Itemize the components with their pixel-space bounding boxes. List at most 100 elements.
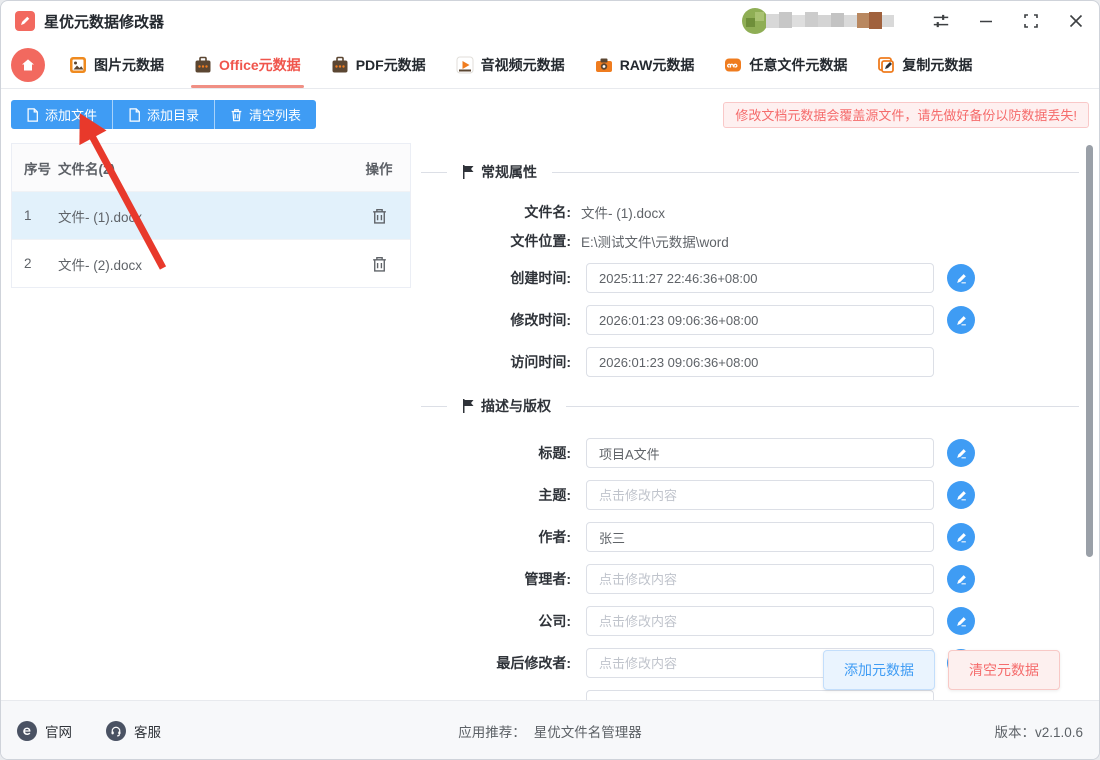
author-input[interactable] [586, 522, 934, 552]
edit-company-button[interactable] [947, 607, 975, 635]
clear-list-label: 清空列表 [249, 105, 301, 124]
row-filename: 文件- (1).docx [58, 206, 348, 226]
app-title: 星优元数据修改器 [44, 11, 164, 32]
backup-warning-banner: 修改文档元数据会覆盖源文件，请先做好备份以防数据丢失! [723, 102, 1089, 128]
flag-icon [462, 399, 474, 413]
edit-title-button[interactable] [947, 439, 975, 467]
edit-manager-button[interactable] [947, 565, 975, 593]
titlebar: 星优元数据修改器 [1, 1, 1099, 41]
tab-label: PDF元数据 [356, 55, 426, 75]
field-partial-clipped [421, 689, 1099, 700]
recommend-app-name[interactable]: 星优文件名管理器 [534, 721, 642, 741]
pencil-icon [955, 573, 968, 586]
table-row[interactable]: 1 文件- (1).docx [12, 191, 410, 239]
field-label: 管理者: [421, 569, 581, 589]
support-label: 客服 [134, 721, 161, 741]
pencil-icon [955, 447, 968, 460]
column-header-action: 操作 [348, 158, 410, 178]
title-input[interactable] [586, 438, 934, 468]
active-tab-underline [191, 85, 304, 88]
delete-row-button[interactable] [369, 253, 390, 275]
pencil-icon [955, 489, 968, 502]
modified-time-input[interactable] [586, 305, 934, 335]
toolbar: 添加文件 添加目录 清空列表 修改文档元数据会覆盖源文件，请先做好备份以防数据丢… [1, 89, 1099, 140]
clear-list-button[interactable]: 清空列表 [214, 100, 316, 129]
field-title: 标题: [421, 437, 1099, 469]
official-website-link[interactable]: 官网 [17, 721, 72, 741]
window-controls [932, 12, 1085, 30]
created-time-input[interactable] [586, 263, 934, 293]
tab-copy-metadata[interactable]: 复制元数据 [877, 41, 972, 88]
user-account-blurred[interactable] [742, 8, 902, 34]
edit-created-time-button[interactable] [947, 264, 975, 292]
field-filepath: 文件位置: E:\测试文件\元数据\word [421, 231, 1099, 251]
tab-label: 图片元数据 [94, 55, 164, 75]
pencil-icon [955, 615, 968, 628]
tab-image-metadata[interactable]: 图片元数据 [69, 41, 164, 88]
footer: 官网 客服 应用推荐： 星优文件名管理器 版本：v2.1.0.6 [1, 700, 1099, 760]
copy-metadata-icon [877, 56, 895, 74]
divider [552, 172, 1079, 173]
website-e-icon [17, 721, 37, 741]
home-button[interactable] [11, 48, 45, 82]
field-label: 文件位置: [421, 231, 581, 251]
tab-av-metadata[interactable]: 音视频元数据 [456, 41, 565, 88]
table-row[interactable]: 2 文件- (2).docx [12, 239, 410, 287]
row-index: 2 [12, 256, 58, 271]
add-metadata-button[interactable]: 添加元数据 [823, 650, 935, 690]
field-label: 文件名: [421, 202, 581, 222]
version-label: 版本： [994, 725, 1035, 740]
field-label: 主题: [421, 485, 581, 505]
tab-anyfile-metadata[interactable]: 任意文件元数据 [724, 41, 847, 88]
close-icon[interactable] [1067, 12, 1085, 30]
file-table-header: 序号 文件名(2) 操作 [12, 144, 410, 191]
version-value: v2.1.0.6 [1035, 725, 1083, 740]
row-filename: 文件- (2).docx [58, 254, 348, 274]
website-label: 官网 [45, 721, 72, 741]
tab-raw-metadata[interactable]: RAW元数据 [595, 41, 695, 88]
section-title: 描述与版权 [481, 396, 551, 416]
pencil-icon [955, 272, 968, 285]
clipped-input[interactable] [586, 690, 934, 700]
main-area: 序号 文件名(2) 操作 1 文件- (1).docx [1, 140, 1099, 700]
clear-metadata-button[interactable]: 清空元数据 [948, 650, 1060, 690]
tab-office-metadata[interactable]: Office元数据 [194, 41, 301, 88]
accessed-time-input[interactable] [586, 347, 934, 377]
pdf-metadata-icon [331, 56, 349, 74]
maximize-icon[interactable] [1022, 12, 1040, 30]
tab-label: RAW元数据 [620, 55, 695, 75]
field-label: 修改时间: [421, 310, 581, 330]
minimize-icon[interactable] [977, 12, 995, 30]
metadata-actions: 添加元数据 清空元数据 [823, 650, 1060, 690]
manager-input[interactable] [586, 564, 934, 594]
trash-icon [371, 255, 388, 273]
trash-icon [230, 108, 243, 122]
scrollbar-thumb[interactable] [1086, 145, 1093, 557]
recommend-label: 应用推荐： [458, 721, 526, 741]
edit-subject-button[interactable] [947, 481, 975, 509]
tab-pdf-metadata[interactable]: PDF元数据 [331, 41, 426, 88]
settings-sliders-icon[interactable] [932, 12, 950, 30]
pencil-icon [955, 314, 968, 327]
file-icon [128, 108, 141, 122]
app-window: 星优元数据修改器 [0, 0, 1100, 760]
delete-row-button[interactable] [369, 205, 390, 227]
divider [566, 406, 1079, 407]
metadata-form-panel: 常规属性 文件名: 文件- (1).docx 文件位置: E:\测试文件\元数据… [421, 140, 1099, 700]
file-list-panel: 序号 文件名(2) 操作 1 文件- (1).docx [1, 140, 421, 700]
edit-author-button[interactable] [947, 523, 975, 551]
divider [421, 406, 447, 407]
tab-label: 复制元数据 [902, 55, 972, 75]
customer-support-link[interactable]: 客服 [106, 721, 161, 741]
row-index: 1 [12, 208, 58, 223]
edit-modified-time-button[interactable] [947, 306, 975, 334]
field-modified-time: 修改时间: [421, 304, 1099, 336]
add-file-button[interactable]: 添加文件 [11, 100, 112, 129]
field-accessed-time: 访问时间: [421, 346, 1099, 378]
tab-label: 音视频元数据 [481, 55, 565, 75]
divider [421, 172, 447, 173]
office-metadata-icon [194, 56, 212, 74]
company-input[interactable] [586, 606, 934, 636]
add-directory-button[interactable]: 添加目录 [112, 100, 214, 129]
subject-input[interactable] [586, 480, 934, 510]
